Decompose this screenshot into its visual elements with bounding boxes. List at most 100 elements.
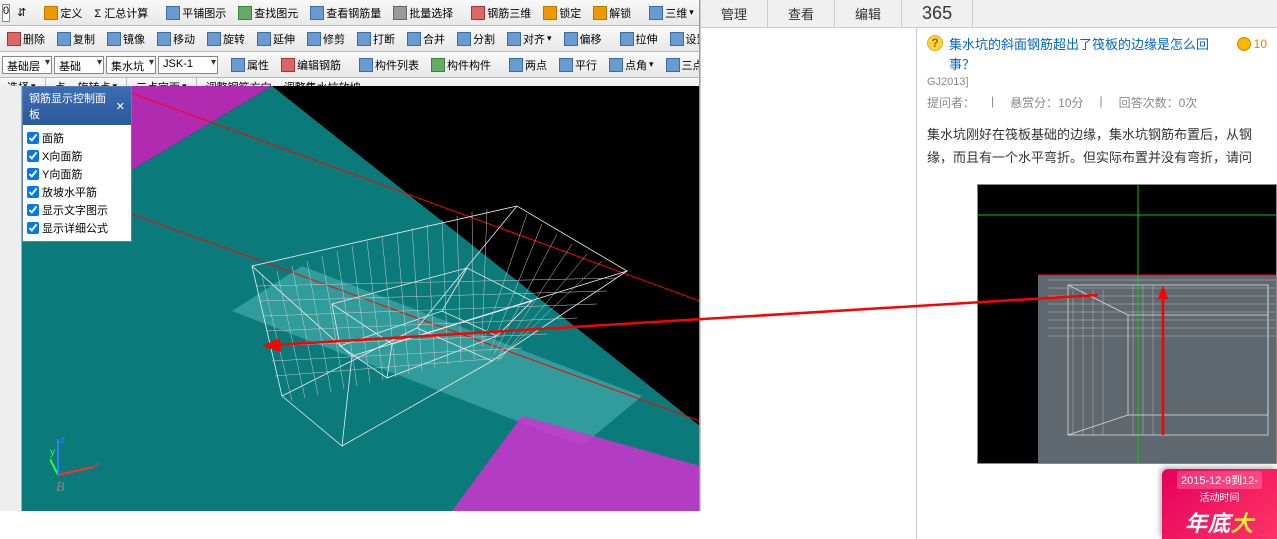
checkbox[interactable] (27, 222, 39, 234)
list-icon (359, 58, 373, 72)
steel-3d-button[interactable]: 钢筋三维 (466, 2, 536, 24)
panel-title-text: 钢筋显示控制面板 (29, 90, 116, 122)
3d-view-button[interactable]: 三维▾ (644, 2, 699, 24)
break-button[interactable]: 打断 (352, 28, 400, 50)
unlock-icon (593, 6, 607, 20)
edit-steel-button[interactable]: 编辑钢筋 (276, 54, 346, 76)
twopoint-icon (509, 58, 523, 72)
panel-item[interactable]: 显示详细公式 (27, 219, 127, 237)
question-mark-icon: ? (927, 35, 943, 51)
find-button[interactable]: 查找图元 (233, 2, 303, 24)
delete-button[interactable]: 删除 (2, 28, 50, 50)
tile-button[interactable]: 平铺图示 (161, 2, 231, 24)
svg-text:x: x (94, 459, 98, 470)
copy-icon (57, 32, 71, 46)
axis-button[interactable]: 三点辅轴▾ (661, 54, 699, 76)
lock-icon (543, 6, 557, 20)
question-tag: GJ2013] (917, 76, 1277, 88)
rotate-button[interactable]: 旋转 (202, 28, 250, 50)
set-size-button[interactable]: 设置实际尺寸 (665, 28, 699, 50)
define-icon (44, 6, 58, 20)
break-icon (357, 32, 371, 46)
svg-text:z: z (60, 435, 65, 446)
move-icon (157, 32, 171, 46)
tab-365[interactable]: 365 (902, 0, 973, 27)
toolbar-row-3: 基础层 基础 集水坑 JSK-1 属性 编辑钢筋 构件列表 构件构件 两点 平行… (0, 52, 699, 78)
bounty-label: 悬赏分：10分 (1010, 94, 1083, 111)
panel-item[interactable]: X向面筋 (27, 147, 127, 165)
asker-label: 提问者： (927, 94, 975, 111)
question-meta: 提问者： | 悬赏分：10分 | 回答次数：0次 (917, 88, 1277, 117)
prop-icon (231, 58, 245, 72)
cube-icon (649, 6, 663, 20)
checkbox[interactable] (27, 150, 39, 162)
editsteel-icon (281, 58, 295, 72)
svg-text:y: y (50, 447, 55, 458)
panel-body: 面筋 X向面筋 Y向面筋 放坡水平筋 显示文字图示 显示详细公式 (23, 125, 131, 241)
tab-manage[interactable]: 管理 (701, 0, 768, 27)
copy-button[interactable]: 复制 (52, 28, 100, 50)
panel-item[interactable]: 放坡水平筋 (27, 183, 127, 201)
category-dropdown[interactable]: 基础 (54, 56, 104, 74)
draw-icon (431, 58, 445, 72)
align-button[interactable]: 对齐▾ (502, 28, 557, 50)
stretch-button[interactable]: 延伸 (252, 28, 300, 50)
reward-badge: 10 (1237, 35, 1267, 53)
panel-item[interactable]: Y向面筋 (27, 165, 127, 183)
panel-item[interactable]: 显示文字图示 (27, 201, 127, 219)
lock-button[interactable]: 锁定 (538, 2, 586, 24)
web-panel: 管理 查看 编辑 365 ? 集水坑的斜面钢筋超出了筏板的边缘是怎么回事？ 10… (700, 0, 1277, 511)
coin-icon (1237, 37, 1251, 51)
draw-member-button[interactable]: 构件构件 (426, 54, 496, 76)
checkbox[interactable] (27, 132, 39, 144)
answers-label: 回答次数：0次 (1119, 94, 1198, 111)
question-title-link[interactable]: 集水坑的斜面钢筋超出了筏板的边缘是怎么回事？ (949, 35, 1231, 74)
fillet-button[interactable]: 拉伸 (615, 28, 663, 50)
define-button[interactable]: 定义 (39, 2, 87, 24)
parallel-button[interactable]: 平行 (554, 54, 602, 76)
merge-button[interactable]: 合并 (402, 28, 450, 50)
offset-button[interactable]: 偏移 (559, 28, 607, 50)
svg-text:00: 00 (210, 475, 224, 489)
batch-icon (393, 6, 407, 20)
checkbox[interactable] (27, 204, 39, 216)
member-id-dropdown[interactable]: JSK-1 (158, 56, 218, 74)
number-input[interactable]: 0 (2, 4, 10, 22)
steel3d-icon (471, 6, 485, 20)
summary-button[interactable]: Σ 汇总计算 (89, 2, 153, 24)
toolbar-row-1: 0 ⇵ 定义 Σ 汇总计算 平铺图示 查找图元 查看钢筋量 批量选择 钢筋三维 … (0, 0, 699, 26)
split-icon (457, 32, 471, 46)
member-list-button[interactable]: 构件列表 (354, 54, 424, 76)
stretch-icon (257, 32, 271, 46)
offset-icon (564, 32, 578, 46)
ruler-left (0, 86, 22, 511)
rebar-display-panel[interactable]: 钢筋显示控制面板 ✕ 面筋 X向面筋 Y向面筋 放坡水平筋 显示文字图示 显示详… (22, 86, 132, 242)
updown-icon[interactable]: ⇵ (12, 3, 31, 22)
checkbox[interactable] (27, 168, 39, 180)
mirror-button[interactable]: 镜像 (102, 28, 150, 50)
axis-icon (666, 58, 680, 72)
axis-gizmo-icon: x y z (50, 435, 98, 483)
point-angle-button[interactable]: 点角▾ (604, 54, 659, 76)
close-icon[interactable]: ✕ (116, 100, 125, 113)
panel-item[interactable]: 面筋 (27, 129, 127, 147)
properties-button[interactable]: 属性 (226, 54, 274, 76)
member-type-dropdown[interactable]: 集水坑 (106, 56, 156, 74)
align-icon (507, 32, 521, 46)
view-steel-button[interactable]: 查看钢筋量 (305, 2, 386, 24)
split-button[interactable]: 分割 (452, 28, 500, 50)
tab-view[interactable]: 查看 (768, 0, 835, 27)
batch-select-button[interactable]: 批量选择 (388, 2, 458, 24)
checkbox[interactable] (27, 186, 39, 198)
two-point-button[interactable]: 两点 (504, 54, 552, 76)
panel-title-bar[interactable]: 钢筋显示控制面板 ✕ (23, 87, 131, 125)
tile-icon (166, 6, 180, 20)
move-button[interactable]: 移动 (152, 28, 200, 50)
layer-dropdown[interactable]: 基础层 (2, 56, 52, 74)
promo-banner[interactable]: 2015-12-9到12- 活动时间 年底大 (1162, 469, 1277, 539)
find-icon (238, 6, 252, 20)
web-tabbar: 管理 查看 编辑 365 (701, 0, 1277, 28)
trim-button[interactable]: 修剪 (302, 28, 350, 50)
unlock-button[interactable]: 解锁 (588, 2, 636, 24)
tab-edit[interactable]: 编辑 (835, 0, 902, 27)
